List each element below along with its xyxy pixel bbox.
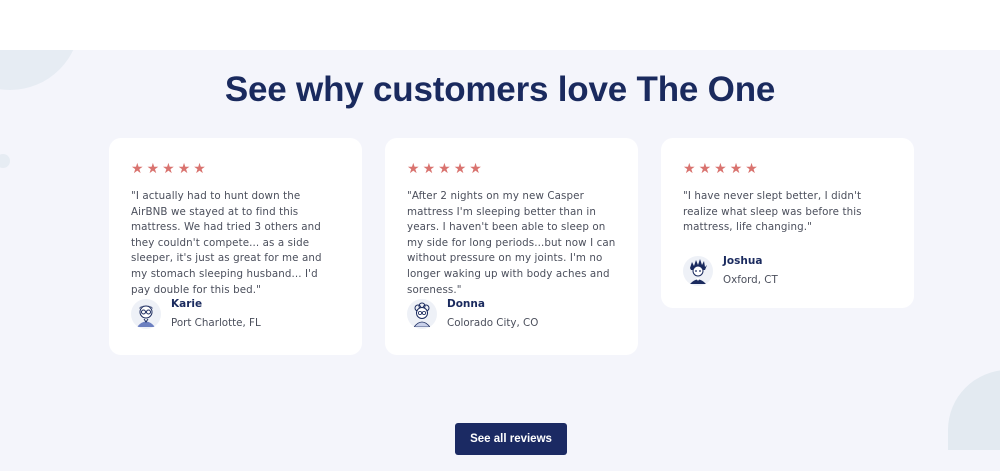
reviewer-location: Port Charlotte, FL [171,317,261,329]
man-spiky-hair-avatar-icon [683,255,713,286]
star-icon: ★ [177,161,191,177]
top-white-strip [0,0,1000,50]
reviewer-name: Joshua [723,255,763,267]
star-icon: ★ [131,161,144,177]
decorative-cloud-shape [948,370,1000,450]
decorative-dot-shape [0,154,10,168]
star-icon: ★ [698,161,712,177]
reviewer: Joshua Oxford, CT [683,255,778,286]
reviewer: Donna Colorado City, CO [407,298,538,329]
reviewer: Karie Port Charlotte, FL [131,298,261,329]
star-icon: ★ [453,161,467,177]
star-icon: ★ [407,161,420,177]
star-icon: ★ [193,161,206,177]
star-rating: ★ ★ ★ ★ ★ [131,162,340,176]
review-card: ★ ★ ★ ★ ★ "After 2 nights on my new Casp… [385,138,638,355]
star-icon: ★ [729,161,743,177]
man-with-glasses-avatar-icon [131,298,161,329]
star-rating: ★ ★ ★ ★ ★ [683,162,892,176]
reviewer-location: Colorado City, CO [447,317,539,329]
star-icon: ★ [162,161,175,177]
star-icon: ★ [745,161,758,177]
woman-curly-hair-avatar-icon [407,298,437,329]
section-title: See why customers love The One [224,70,776,109]
star-icon: ★ [438,161,451,177]
reviewer-name: Donna [447,298,485,310]
star-icon: ★ [683,161,696,177]
reviewer-location: Oxford, CT [723,274,778,286]
star-icon: ★ [469,161,482,177]
star-icon: ★ [146,161,160,177]
review-card: ★ ★ ★ ★ ★ "I have never slept better, I … [661,138,914,308]
review-card: ★ ★ ★ ★ ★ "I actually had to hunt down t… [109,138,362,355]
see-all-reviews-button[interactable]: See all reviews [455,423,567,455]
review-quote: "I actually had to hunt down the AirBNB … [131,190,322,296]
star-icon: ★ [714,161,727,177]
star-icon: ★ [422,161,436,177]
reviews-section: See why customers love The One ★ ★ ★ ★ ★… [0,50,1000,471]
star-rating: ★ ★ ★ ★ ★ [407,162,616,176]
review-quote: "After 2 nights on my new Casper mattres… [407,190,616,296]
review-quote: "I have never slept better, I didn't rea… [683,190,862,234]
reviewer-name: Karie [171,298,203,310]
